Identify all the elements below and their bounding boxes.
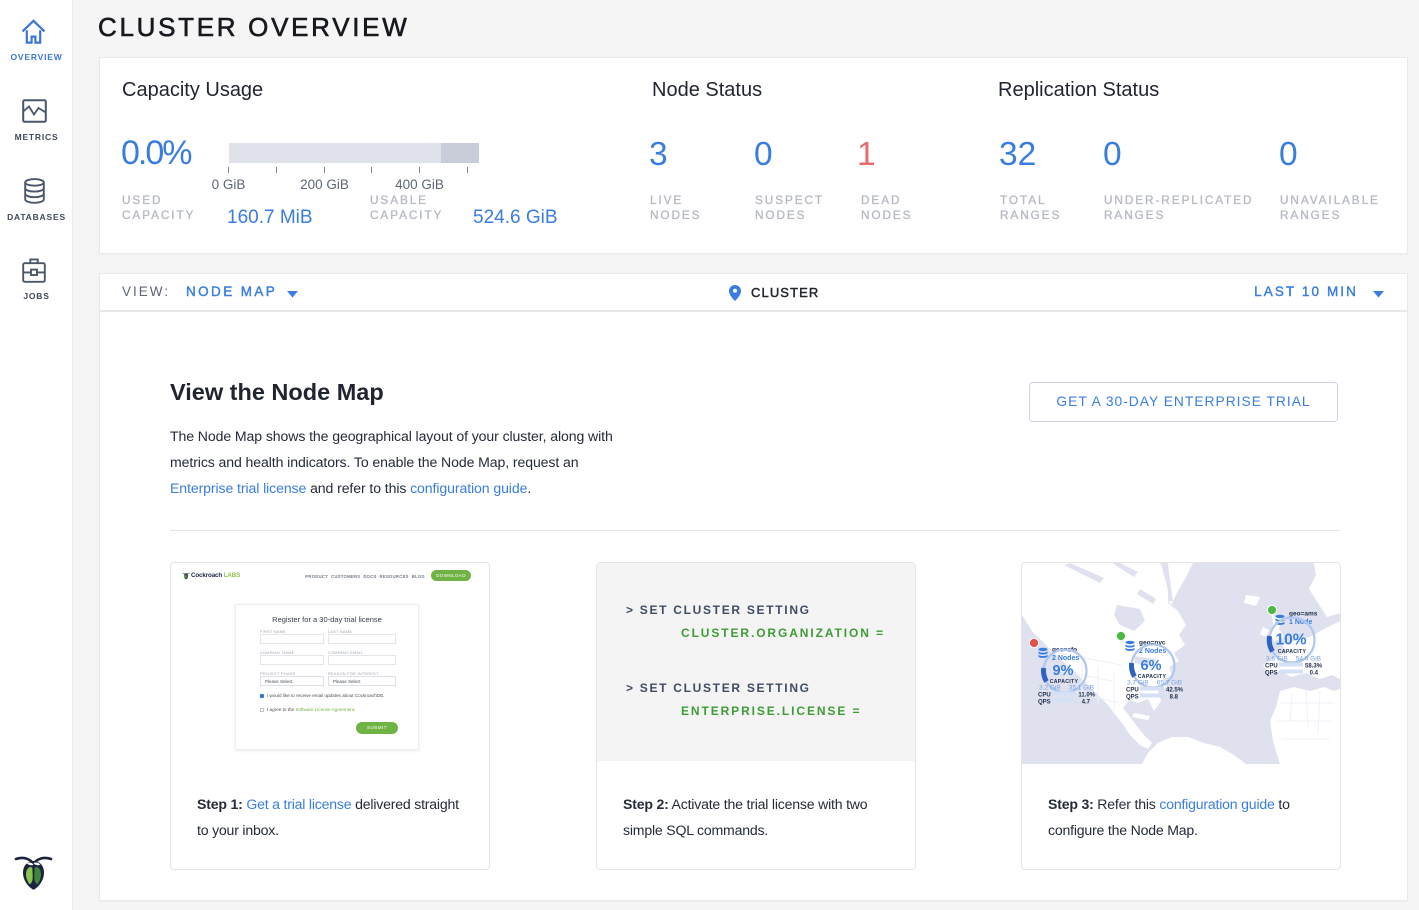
svg-text:CPU: CPU xyxy=(1126,688,1139,694)
svg-text:3.2 GiB: 3.2 GiB xyxy=(1039,685,1061,692)
svg-text:2 Nodes: 2 Nodes xyxy=(1139,648,1166,655)
svg-text:58.3%: 58.3% xyxy=(1305,664,1323,670)
svg-text:9%: 9% xyxy=(1053,663,1074,679)
svg-text:65.7 GiB: 65.7 GiB xyxy=(1157,680,1182,687)
svg-text:QPS: QPS xyxy=(1265,671,1278,677)
svg-text:CAPACITY: CAPACITY xyxy=(1278,649,1307,655)
svg-text:3.6 GiB: 3.6 GiB xyxy=(1266,656,1288,663)
svg-text:2 Nodes: 2 Nodes xyxy=(1052,655,1079,662)
svg-text:54.6 GiB: 54.6 GiB xyxy=(1296,656,1321,663)
svg-text:6%: 6% xyxy=(1141,658,1162,674)
svg-text:QPS: QPS xyxy=(1038,700,1051,706)
svg-text:QPS: QPS xyxy=(1126,695,1139,701)
svg-text:35.1 GiB: 35.1 GiB xyxy=(1069,685,1094,692)
svg-text:CPU: CPU xyxy=(1038,693,1051,699)
svg-text:3.7 GiB: 3.7 GiB xyxy=(1127,680,1149,687)
svg-text:4.7: 4.7 xyxy=(1082,700,1091,706)
svg-text:CPU: CPU xyxy=(1265,664,1278,670)
svg-text:8.8: 8.8 xyxy=(1170,695,1179,701)
svg-text:42.5%: 42.5% xyxy=(1166,688,1184,694)
svg-text:10%: 10% xyxy=(1275,632,1306,649)
svg-text:11.0%: 11.0% xyxy=(1078,693,1095,699)
svg-text:0.4: 0.4 xyxy=(1310,671,1319,677)
